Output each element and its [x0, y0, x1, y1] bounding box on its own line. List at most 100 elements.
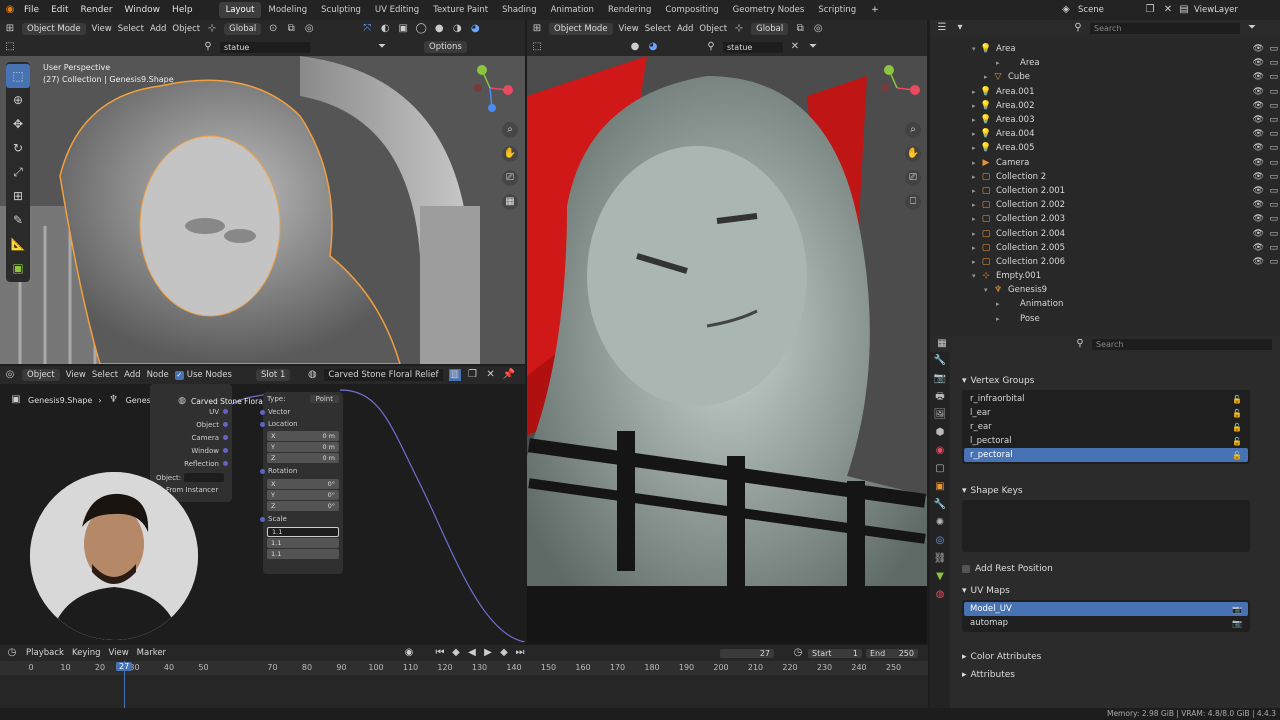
clock-icon[interactable]: ◷: [792, 647, 804, 659]
snap-icon[interactable]: ⧉: [794, 23, 806, 35]
timeline-track[interactable]: [0, 661, 928, 708]
object-tab-icon[interactable]: ▣: [930, 478, 950, 496]
expand-icon[interactable]: ▸: [972, 88, 980, 96]
cursor-tool-icon[interactable]: ⊕: [6, 88, 30, 112]
visibility-eye-icon[interactable]: 👁: [1253, 214, 1264, 224]
filter-funnel-icon[interactable]: ⏷: [376, 41, 388, 53]
navigation-gizmo[interactable]: [877, 62, 927, 112]
menu-window[interactable]: Window: [119, 5, 167, 15]
visibility-eye-icon[interactable]: 👁: [1253, 101, 1264, 111]
expand-icon[interactable]: ▸: [972, 230, 980, 238]
mapping-type-dropdown[interactable]: Point: [309, 395, 339, 403]
menu-select[interactable]: Select: [645, 24, 671, 34]
collection-tab-icon[interactable]: ▢: [930, 460, 950, 478]
color-attributes-panel-header[interactable]: ▸ Color Attributes: [954, 648, 1280, 666]
output-socket[interactable]: [223, 409, 228, 414]
workspace-tab-scripting[interactable]: Scripting: [811, 2, 863, 18]
menu-object[interactable]: Object: [699, 24, 727, 34]
shading-rendered-icon[interactable]: ◕: [647, 41, 659, 53]
mode-dropdown[interactable]: Object Mode: [22, 23, 86, 35]
expand-icon[interactable]: ▾: [972, 272, 980, 280]
select-box-icon[interactable]: ⬚: [4, 41, 16, 53]
menu-help[interactable]: Help: [166, 5, 199, 15]
outliner-row[interactable]: ▸ ▽ Cube 👁 ▭: [930, 70, 1280, 84]
viewport-search-input[interactable]: statue: [723, 41, 783, 53]
jump-end-icon[interactable]: ⏭: [514, 647, 526, 659]
camera-view-icon[interactable]: ⎚: [502, 170, 518, 186]
lock-icon[interactable]: 🔓: [1232, 423, 1242, 432]
rot-field[interactable]: Z 0°: [267, 501, 339, 511]
vertex-groups-panel-header[interactable]: ▾ Vertex Groups: [954, 372, 1280, 390]
rotation-socket[interactable]: [260, 468, 265, 474]
active-render-icon[interactable]: 📷: [1232, 619, 1242, 628]
render-camera-icon[interactable]: ▭: [1269, 129, 1278, 139]
attributes-panel-header[interactable]: ▸ Attributes: [954, 666, 1280, 684]
visibility-eye-icon[interactable]: 👁: [1253, 257, 1264, 267]
record-icon[interactable]: ◉: [403, 647, 415, 659]
visibility-eye-icon[interactable]: 👁: [1253, 243, 1264, 253]
visibility-eye-icon[interactable]: 👁: [1253, 58, 1264, 68]
outliner-row[interactable]: ▸ Animation: [930, 297, 1280, 311]
expand-icon[interactable]: ▸: [972, 116, 980, 124]
menu-edit[interactable]: Edit: [45, 5, 74, 15]
outliner-row[interactable]: ▸ ▢ Collection 2.002 👁 ▭: [930, 198, 1280, 212]
slot-dropdown[interactable]: Slot 1: [255, 369, 291, 381]
add-workspace-button[interactable]: +: [865, 5, 885, 15]
zoom-icon[interactable]: ⌕: [502, 122, 518, 138]
viewport-right-render[interactable]: ⌕ ✋ ⎚ ⎕: [527, 56, 927, 644]
vertex-group-item[interactable]: l_ear 🔓: [964, 406, 1248, 420]
expand-icon[interactable]: ▸: [972, 173, 980, 181]
visibility-eye-icon[interactable]: 👁: [1253, 129, 1264, 139]
jump-start-icon[interactable]: ⏮: [434, 647, 446, 659]
viewlayer-name[interactable]: ViewLayer: [1194, 5, 1238, 15]
render-camera-icon[interactable]: ▭: [1269, 72, 1278, 82]
menu-file[interactable]: File: [18, 5, 45, 15]
workspace-tab-shading[interactable]: Shading: [495, 2, 544, 18]
lock-icon[interactable]: 🔓: [1232, 437, 1242, 446]
navigation-gizmo[interactable]: [470, 62, 520, 112]
render-camera-icon[interactable]: ▭: [1269, 257, 1278, 267]
outliner-row[interactable]: ▸ Area 👁 ▭: [930, 56, 1280, 70]
uv-map-item[interactable]: automap 📷: [964, 616, 1248, 630]
filter-icon[interactable]: ⚲: [202, 41, 214, 53]
outliner-row[interactable]: ▾ ⊹ Empty.001: [930, 269, 1280, 283]
view-layer-tab-icon[interactable]: 🖼: [930, 406, 950, 424]
outliner-row[interactable]: ▸ 💡 Area.002 👁 ▭: [930, 99, 1280, 113]
visibility-eye-icon[interactable]: 👁: [1253, 229, 1264, 239]
outliner-row[interactable]: ▸ ▢ Collection 2.003 👁 ▭: [930, 212, 1280, 226]
proportional-icon[interactable]: ◎: [303, 23, 315, 35]
render-camera-icon[interactable]: ▭: [1269, 214, 1278, 224]
filter-funnel-icon[interactable]: ⏷: [807, 41, 819, 53]
active-render-icon[interactable]: 📷: [1232, 605, 1242, 614]
pin-icon[interactable]: 📌: [503, 369, 515, 381]
render-camera-icon[interactable]: ▭: [1269, 186, 1278, 196]
visibility-eye-icon[interactable]: 👁: [1253, 87, 1264, 97]
add-cube-tool-icon[interactable]: ▣: [6, 256, 30, 280]
gizmo-icon[interactable]: ⤧: [361, 23, 373, 35]
visibility-eye-icon[interactable]: 👁: [1253, 44, 1264, 54]
workspace-tab-texture-paint[interactable]: Texture Paint: [426, 2, 495, 18]
duplicate-material-icon[interactable]: ❐: [467, 369, 479, 381]
output-socket[interactable]: [223, 461, 228, 466]
expand-icon[interactable]: ▸: [972, 102, 980, 110]
outliner-row[interactable]: ▸ 💡 Area.004 👁 ▭: [930, 127, 1280, 141]
render-camera-icon[interactable]: ▭: [1269, 158, 1278, 168]
loc-field[interactable]: Z 0 m: [267, 453, 339, 463]
outliner-row[interactable]: ▸ ▶ Camera 👁 ▭: [930, 156, 1280, 170]
menu-render[interactable]: Render: [75, 5, 119, 15]
visibility-eye-icon[interactable]: 👁: [1253, 115, 1264, 125]
render-tab-icon[interactable]: 📷: [930, 370, 950, 388]
output-tab-icon[interactable]: 🖶: [930, 388, 950, 406]
vertex-group-item[interactable]: r_ear 🔓: [964, 420, 1248, 434]
snap-icon[interactable]: ⧉: [285, 23, 297, 35]
add-rest-position-checkbox[interactable]: [962, 565, 970, 573]
breadcrumb-mesh[interactable]: Genesis9.Shape: [28, 396, 92, 405]
editor-type-icon[interactable]: ⊞: [4, 23, 16, 35]
shading-material-icon[interactable]: ◑: [451, 23, 463, 35]
scl-field[interactable]: 1.1: [267, 549, 339, 559]
menu-object[interactable]: Object: [172, 24, 200, 34]
fake-user-icon[interactable]: ▥: [448, 369, 461, 381]
display-mode-icon[interactable]: ▾: [954, 22, 966, 34]
menu-view[interactable]: View: [619, 24, 639, 34]
rot-field[interactable]: X 0°: [267, 479, 339, 489]
